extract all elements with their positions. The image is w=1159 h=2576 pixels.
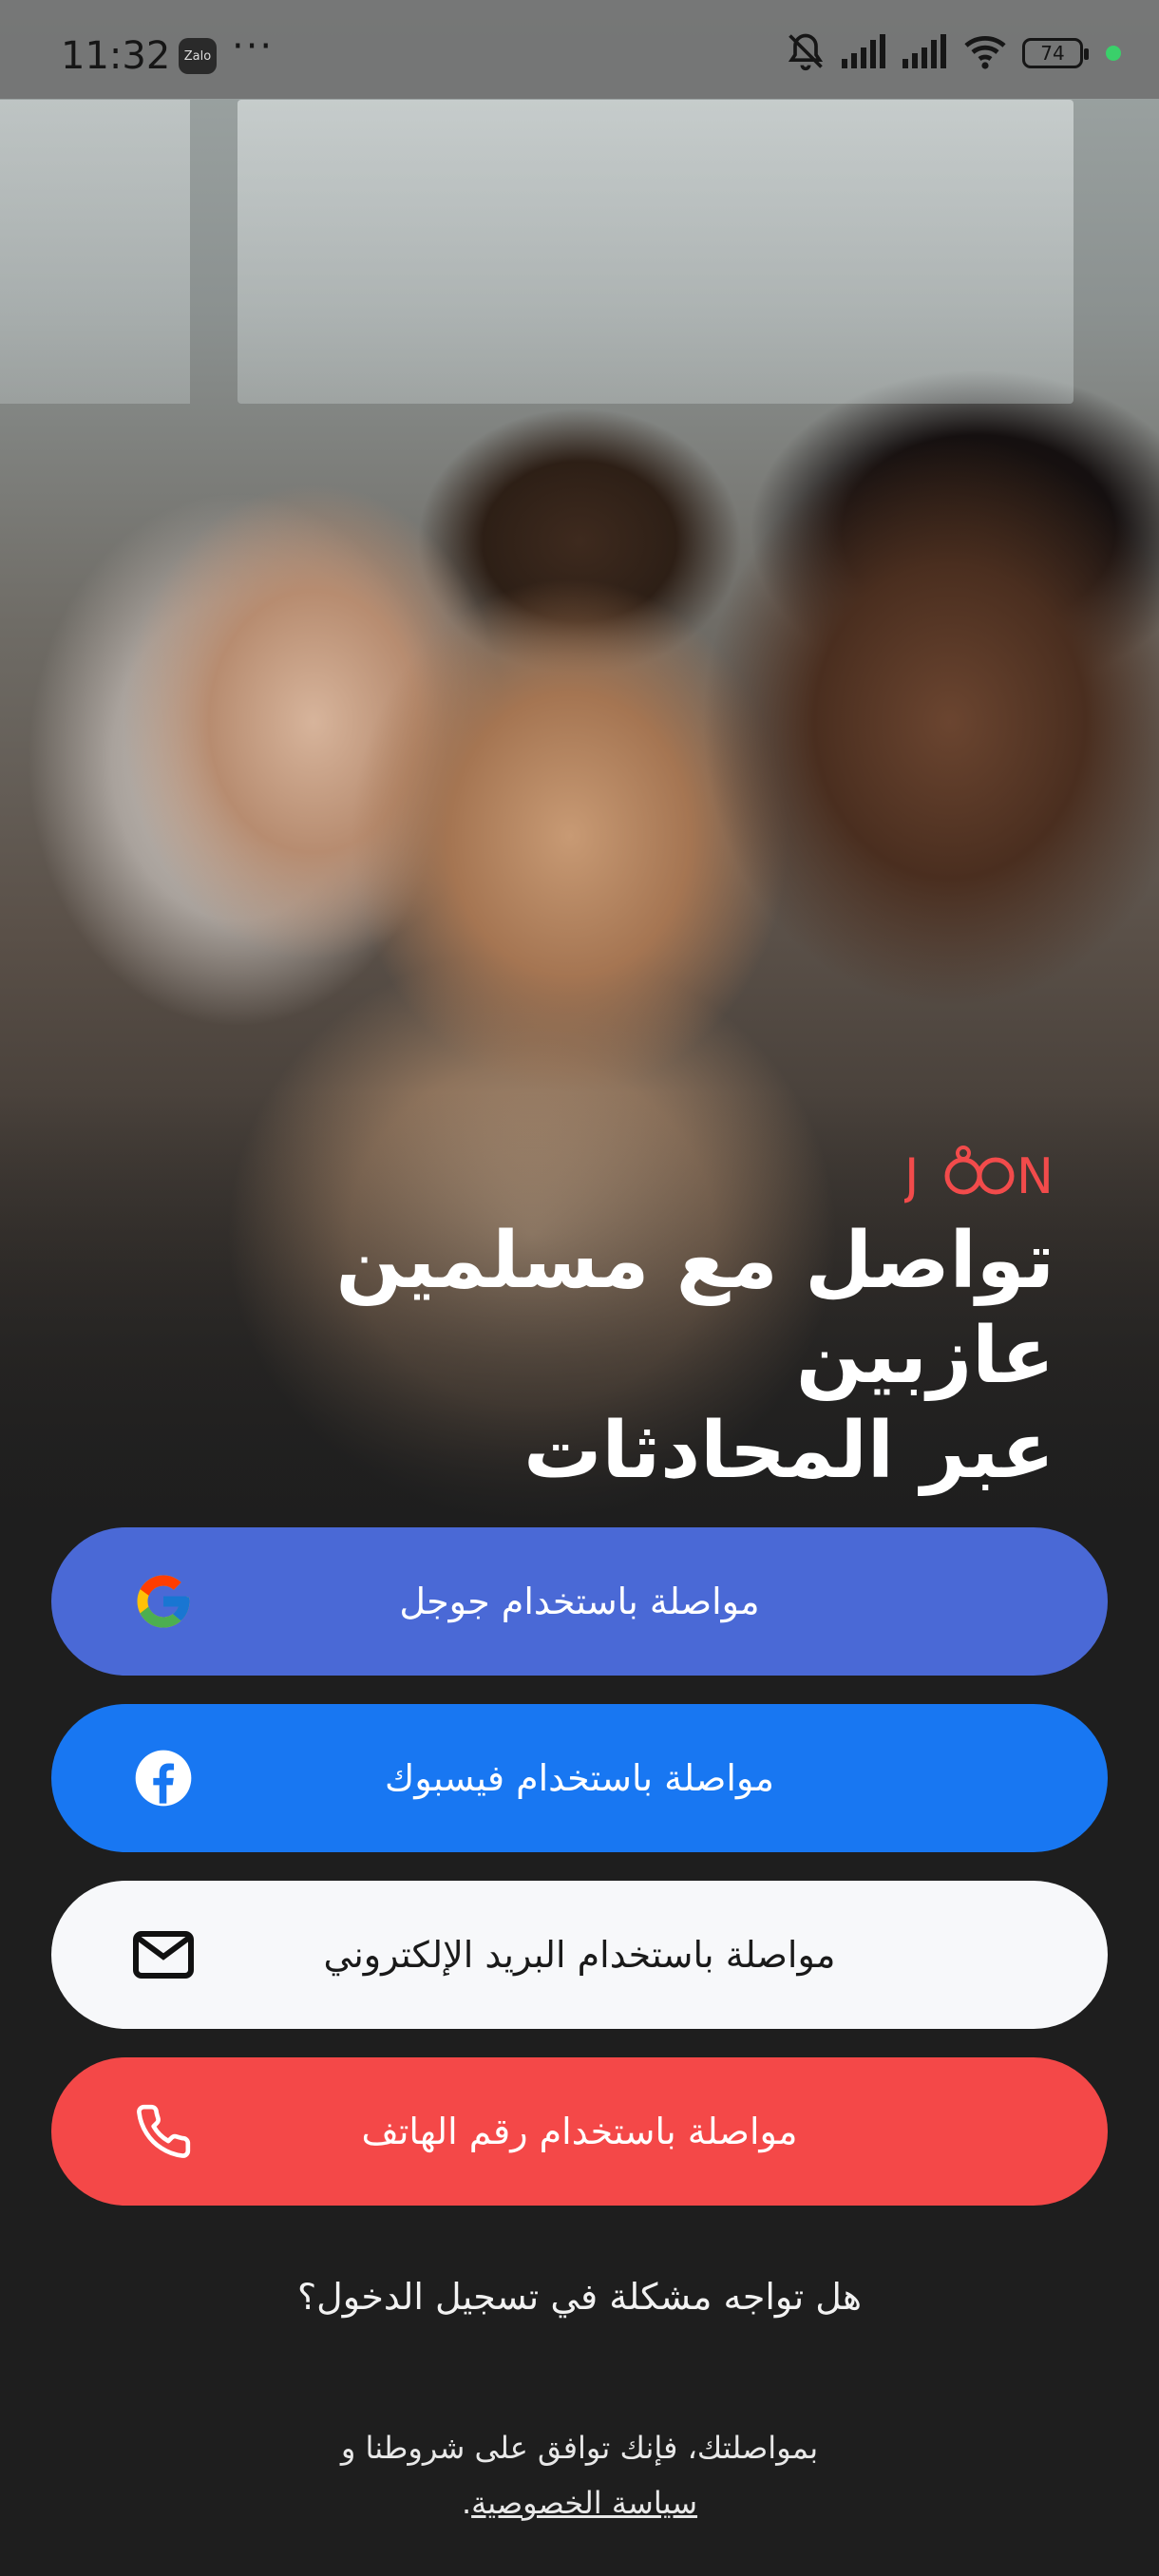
continue-with-google-button[interactable]: مواصلة باستخدام جوجل bbox=[51, 1527, 1108, 1676]
terms-text[interactable]: بمواصلتك، فإنك توافق على شروطنا و bbox=[0, 2420, 1159, 2475]
wifi-icon bbox=[961, 32, 1009, 74]
facebook-icon bbox=[131, 1746, 196, 1810]
login-help-link[interactable]: هل تواجه مشكلة في تسجيل الدخول؟ bbox=[0, 2276, 1159, 2318]
terms-suffix: . bbox=[461, 2485, 472, 2521]
phone-button-label: مواصلة باستخدام رقم الهاتف bbox=[361, 2111, 798, 2152]
bell-muted-icon bbox=[785, 30, 826, 76]
email-button-label: مواصلة باستخدام البريد الإلكتروني bbox=[323, 1934, 836, 1976]
signal-icon bbox=[901, 32, 948, 74]
joon-logo: J N bbox=[902, 1140, 1056, 1206]
privacy-policy-link[interactable]: سياسة الخصوصية bbox=[471, 2485, 697, 2521]
signal-icon bbox=[840, 32, 887, 74]
more-notifications-icon: ··· bbox=[232, 25, 275, 68]
google-icon bbox=[131, 1569, 196, 1634]
svg-text:N: N bbox=[1016, 1148, 1056, 1205]
privacy-indicator-dot bbox=[1106, 46, 1121, 61]
status-bar: 11:32 Zalo ··· 74 bbox=[0, 0, 1159, 99]
continue-with-email-button[interactable]: مواصلة باستخدام البريد الإلكتروني bbox=[51, 1881, 1108, 2029]
terms-notice: بمواصلتك، فإنك توافق على شروطنا و سياسة … bbox=[0, 2420, 1159, 2530]
facebook-button-label: مواصلة باستخدام فيسبوك bbox=[385, 1757, 774, 1799]
continue-with-facebook-button[interactable]: مواصلة باستخدام فيسبوك bbox=[51, 1704, 1108, 1852]
headline: تواصل مع مسلمين عازبين عبر المحادثات bbox=[104, 1214, 1054, 1499]
status-time: 11:32 bbox=[61, 34, 171, 78]
phone-icon bbox=[131, 2099, 196, 2164]
mail-icon bbox=[131, 1923, 196, 1987]
status-icons: 74 bbox=[785, 32, 1121, 74]
google-button-label: مواصلة باستخدام جوجل bbox=[399, 1581, 760, 1622]
login-screen: 11:32 Zalo ··· 74 J N تواصل مع مسلمين عا… bbox=[0, 0, 1159, 2576]
headline-line-1: تواصل مع مسلمين عازبين bbox=[335, 1216, 1054, 1401]
battery-icon: 74 bbox=[1022, 38, 1089, 68]
headline-line-2: عبر المحادثات bbox=[523, 1406, 1054, 1496]
continue-with-phone-button[interactable]: مواصلة باستخدام رقم الهاتف bbox=[51, 2057, 1108, 2206]
svg-text:J: J bbox=[904, 1148, 924, 1205]
zalo-notification-icon: Zalo bbox=[179, 38, 217, 74]
